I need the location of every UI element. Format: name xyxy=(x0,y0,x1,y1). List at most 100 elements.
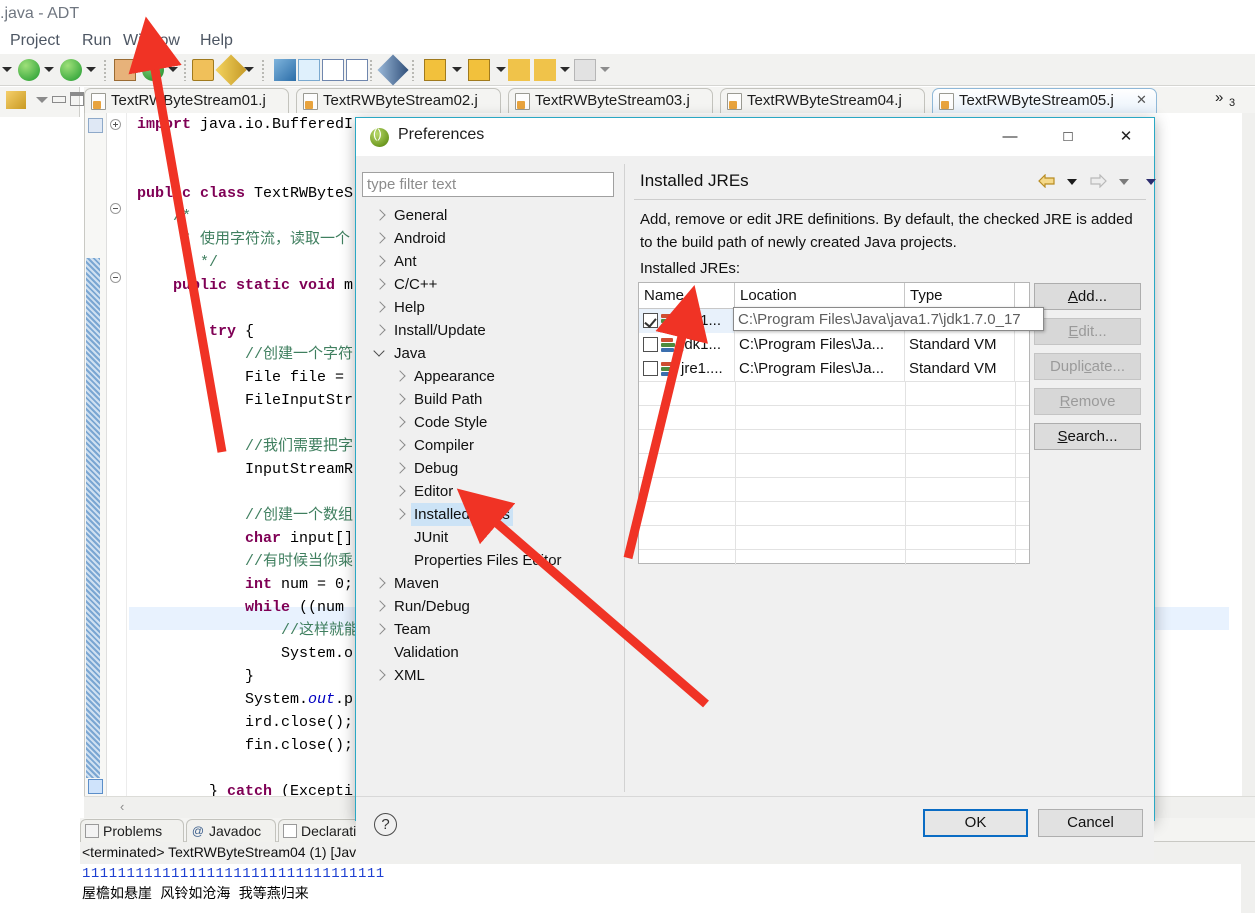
jre-default-checkbox[interactable] xyxy=(643,361,658,376)
column-header-location[interactable]: Location xyxy=(735,283,905,308)
editor-tab-overflow[interactable]: » 3 xyxy=(1207,89,1251,113)
dialog-title-bar[interactable]: Preferences — □ ✕ xyxy=(356,118,1154,156)
jre-name-cell[interactable]: jdk1... xyxy=(639,309,735,333)
chevron-down-icon[interactable] xyxy=(373,345,385,357)
toggle-block-selection-icon[interactable] xyxy=(298,59,320,81)
tree-item-validation[interactable]: Validation xyxy=(362,641,622,664)
open-type-icon[interactable] xyxy=(192,59,214,81)
chevron-right-icon[interactable] xyxy=(394,462,406,474)
tree-item-install-update[interactable]: Install/Update xyxy=(362,319,622,342)
chevron-right-icon[interactable] xyxy=(374,232,386,244)
tree-item-xml[interactable]: XML xyxy=(362,664,622,687)
jre-type-cell[interactable]: Standard VM xyxy=(905,357,1015,381)
tab-problems[interactable]: Problems xyxy=(80,819,184,842)
jre-name-cell[interactable]: jre1.... xyxy=(639,357,735,381)
new-package-icon[interactable] xyxy=(114,59,136,81)
dialog-splitter[interactable] xyxy=(624,164,625,792)
menu-item-window[interactable]: Window xyxy=(119,30,184,52)
editor-tab-2[interactable]: TextRWByteStream03.j xyxy=(508,88,713,113)
search-button[interactable]: Search... xyxy=(1034,423,1141,450)
toolbar-dropdown-arrow-3[interactable] xyxy=(168,67,178,72)
fold-expand-icon[interactable] xyxy=(110,119,121,130)
editor-tab-1[interactable]: TextRWByteStream02.j xyxy=(296,88,501,113)
console-output[interactable]: 1111111111111111111111111111111111 屋檐如悬崖… xyxy=(80,864,1255,913)
skip-breakpoints-icon[interactable] xyxy=(377,54,409,86)
page-menu-icon[interactable] xyxy=(1146,179,1156,185)
menu-item-project[interactable]: Project xyxy=(6,30,64,52)
editor-vertical-scrollbar[interactable] xyxy=(1242,113,1255,818)
jre-default-checkbox[interactable] xyxy=(643,313,658,328)
jre-name-cell[interactable]: jdk1... xyxy=(639,333,735,357)
chevron-right-icon[interactable] xyxy=(394,416,406,428)
jre-location-cell[interactable]: C:\Program Files\Ja... xyxy=(735,333,905,357)
column-header-name[interactable]: Name xyxy=(639,283,735,308)
tree-item-debug[interactable]: Debug xyxy=(362,457,622,480)
table-row[interactable]: jre1.... C:\Program Files\Ja... Standard… xyxy=(639,357,1029,381)
add-button[interactable]: Add... xyxy=(1034,283,1141,310)
tree-item-appearance[interactable]: Appearance xyxy=(362,365,622,388)
editor-folding-gutter[interactable] xyxy=(107,113,127,818)
editor-annotation-gutter[interactable] xyxy=(85,113,107,818)
refresh-icon[interactable] xyxy=(142,59,164,81)
last-edit-location-icon[interactable] xyxy=(508,59,530,81)
console-vertical-scrollbar[interactable] xyxy=(1241,842,1255,913)
scroll-left-icon[interactable]: ‹ xyxy=(120,799,124,814)
tree-item-cpp[interactable]: C/C++ xyxy=(362,273,622,296)
table-row[interactable]: jdk1... C:\Program Files\Ja... Standard … xyxy=(639,333,1029,357)
help-icon[interactable]: ? xyxy=(374,813,397,836)
tree-item-compiler[interactable]: Compiler xyxy=(362,434,622,457)
forward-navigation-icon[interactable] xyxy=(574,59,596,81)
close-button[interactable]: ✕ xyxy=(1102,118,1150,156)
maximize-button[interactable]: □ xyxy=(1044,118,1092,156)
tree-item-help[interactable]: Help xyxy=(362,296,622,319)
view-menu-icon[interactable] xyxy=(36,97,48,103)
chevron-right-icon[interactable] xyxy=(374,577,386,589)
jre-location-cell[interactable]: C:\Program Files\Ja... xyxy=(735,357,905,381)
toolbar-dropdown-arrow-5[interactable] xyxy=(452,67,462,72)
chevron-right-icon[interactable] xyxy=(394,508,406,520)
toggle-mark-occurrences-icon[interactable] xyxy=(274,59,296,81)
toolbar-dropdown-arrow-6[interactable] xyxy=(496,67,506,72)
tree-item-general[interactable]: General xyxy=(362,204,622,227)
jre-default-checkbox[interactable] xyxy=(643,337,658,352)
chevron-right-icon[interactable] xyxy=(374,301,386,313)
ok-button[interactable]: OK xyxy=(923,809,1028,837)
menu-item-run[interactable]: Run xyxy=(78,30,115,52)
paragraph-mark-icon[interactable] xyxy=(346,59,368,81)
preferences-tree[interactable]: General Android Ant C/C++ Help Install/U… xyxy=(362,204,622,791)
toolbar-dropdown-arrow-7[interactable] xyxy=(560,67,570,72)
link-with-editor-icon[interactable] xyxy=(6,91,26,109)
run-icon[interactable] xyxy=(18,59,40,81)
tree-item-build-path[interactable]: Build Path xyxy=(362,388,622,411)
toolbar-dropdown-arrow-4[interactable] xyxy=(244,67,254,72)
minimize-button[interactable]: — xyxy=(986,118,1034,156)
close-icon[interactable]: ✕ xyxy=(1136,93,1148,106)
chevron-right-icon[interactable] xyxy=(374,255,386,267)
editor-tab-0[interactable]: TextRWByteStream01.j xyxy=(84,88,289,113)
chevron-right-icon[interactable] xyxy=(394,393,406,405)
chevron-right-icon[interactable] xyxy=(374,209,386,221)
column-header-type[interactable]: Type xyxy=(905,283,1015,308)
tree-item-maven[interactable]: Maven xyxy=(362,572,622,595)
tree-item-properties-files-editor[interactable]: Properties Files Editor xyxy=(362,549,622,572)
fold-collapse-icon-1[interactable] xyxy=(110,203,121,214)
tree-item-installed-jres[interactable]: Installed JREs xyxy=(362,503,622,526)
back-history-dropdown-icon[interactable] xyxy=(1067,179,1077,185)
tree-item-editor[interactable]: Editor xyxy=(362,480,622,503)
tree-item-ant[interactable]: Ant xyxy=(362,250,622,273)
run-external-tools-icon[interactable] xyxy=(60,59,82,81)
tree-item-junit[interactable]: JUnit xyxy=(362,526,622,549)
tree-item-java[interactable]: Java xyxy=(362,342,622,365)
previous-annotation-icon[interactable] xyxy=(468,59,490,81)
tab-javadoc[interactable]: @ Javadoc xyxy=(186,819,276,842)
toolbar-dropdown-arrow-0[interactable] xyxy=(2,67,12,72)
back-icon[interactable] xyxy=(1038,173,1055,189)
tree-item-code-style[interactable]: Code Style xyxy=(362,411,622,434)
chevron-right-icon[interactable] xyxy=(394,485,406,497)
editor-tab-4[interactable]: TextRWByteStream05.j ✕ xyxy=(932,88,1157,113)
chevron-right-icon[interactable] xyxy=(374,600,386,612)
tree-item-android[interactable]: Android xyxy=(362,227,622,250)
fold-collapse-icon-2[interactable] xyxy=(110,272,121,283)
minimize-view-icon[interactable] xyxy=(52,96,66,103)
chevron-right-icon[interactable] xyxy=(374,278,386,290)
